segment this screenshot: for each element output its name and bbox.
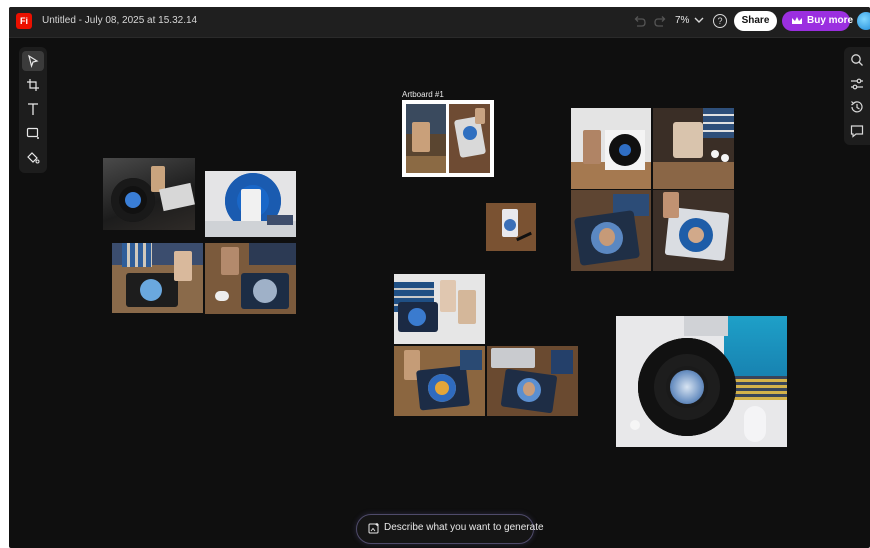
generated-image-portrait-vinyl[interactable] xyxy=(653,190,734,271)
generated-image-tablet-swirl[interactable] xyxy=(205,243,296,314)
generate-image-icon xyxy=(368,523,379,534)
firefly-app-window: Fi Untitled - July 08, 2025 at 15.32.14 … xyxy=(9,7,870,548)
prompt-placeholder: Describe what you want to generate xyxy=(384,522,544,533)
chevron-down-icon[interactable] xyxy=(692,13,706,27)
history-icon[interactable] xyxy=(849,99,865,115)
generated-image-vinyl-mug[interactable] xyxy=(571,108,651,189)
top-bar: Fi Untitled - July 08, 2025 at 15.32.14 … xyxy=(9,7,870,38)
generated-image-blue-vinyl-cup[interactable] xyxy=(205,171,296,237)
right-toolbar xyxy=(844,47,870,145)
text-icon xyxy=(28,103,38,115)
generated-image-coffee-cup-small[interactable] xyxy=(486,203,536,251)
redo-icon xyxy=(654,16,666,27)
buy-more-button[interactable]: Buy more xyxy=(782,11,854,31)
crown-icon xyxy=(792,17,802,24)
artboard-image-tablet-coffee[interactable] xyxy=(449,104,490,173)
text-tool[interactable] xyxy=(22,99,44,119)
undo-icon xyxy=(634,16,646,27)
pointer-icon xyxy=(28,54,39,68)
generated-image-tablet-vinyl-desk[interactable] xyxy=(394,346,485,416)
comment-icon[interactable] xyxy=(849,123,865,139)
generate-prompt-bar[interactable]: Describe what you want to generate xyxy=(356,514,544,544)
generated-image-books-cups[interactable] xyxy=(394,274,485,344)
shape-tool[interactable] xyxy=(22,123,44,143)
generated-image-vinyl-coffee[interactable] xyxy=(103,158,195,230)
share-button[interactable]: Share xyxy=(734,11,777,31)
help-button[interactable]: ? xyxy=(713,14,727,28)
search-icon[interactable] xyxy=(849,52,865,68)
generated-image-portrait-tablet[interactable] xyxy=(571,190,651,271)
app-logo[interactable]: Fi xyxy=(16,13,32,29)
fill-tool[interactable] xyxy=(22,147,44,167)
select-tool[interactable] xyxy=(22,51,44,71)
artboard-label[interactable]: Artboard #1 xyxy=(402,90,444,99)
zoom-level[interactable]: 7% xyxy=(675,15,689,26)
document-title[interactable]: Untitled - July 08, 2025 at 15.32.14 xyxy=(42,15,197,26)
artboard-tool[interactable] xyxy=(22,75,44,95)
undo-button[interactable] xyxy=(631,14,647,30)
left-toolbar xyxy=(19,47,47,173)
buy-more-label: Buy more xyxy=(807,15,854,26)
user-avatar[interactable] xyxy=(857,12,870,30)
rectangle-icon xyxy=(26,127,39,139)
artboard-icon xyxy=(27,79,39,91)
artboard[interactable] xyxy=(402,100,494,177)
artboard-image-coffee-books[interactable] xyxy=(406,104,446,173)
generated-image-large-vinyl[interactable] xyxy=(616,316,787,447)
paint-bucket-icon xyxy=(27,152,40,164)
generated-image-laptop-portrait[interactable] xyxy=(487,346,578,416)
help-icon: ? xyxy=(717,16,723,26)
redo-button[interactable] xyxy=(653,14,669,30)
canvas[interactable]: Artboard #1 xyxy=(9,38,870,548)
sliders-icon[interactable] xyxy=(849,76,865,92)
generated-image-mug-earbuds[interactable] xyxy=(653,108,734,189)
generated-image-books-tablet[interactable] xyxy=(112,243,203,313)
